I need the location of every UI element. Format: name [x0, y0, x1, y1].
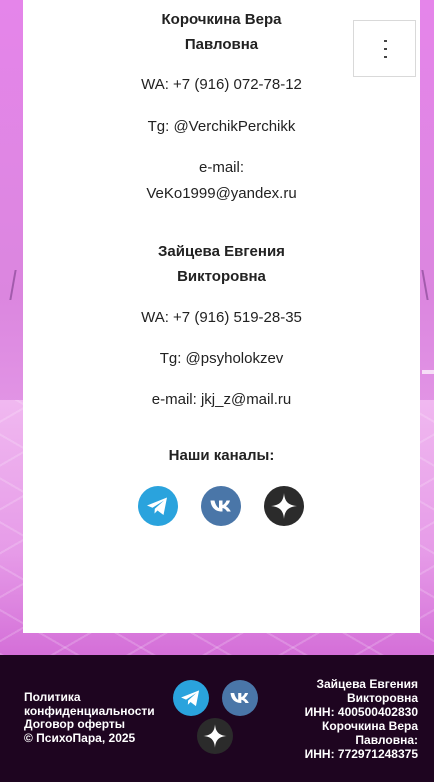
- legal-line: Павловна:: [355, 733, 418, 747]
- email-link[interactable]: VeKo1999@yandex.ru: [23, 181, 420, 207]
- email-label: e-mail:: [198, 159, 244, 176]
- dzen-icon[interactable]: [264, 486, 304, 526]
- contact-name: Павловна: [184, 36, 259, 53]
- telegram-icon[interactable]: [138, 486, 178, 526]
- footer-vk-icon[interactable]: [222, 680, 258, 716]
- footer-legal-info: Зайцева Евгения Викторовна ИНН: 40050040…: [268, 677, 418, 761]
- email-link[interactable]: e-mail: jkj_z@mail.ru: [23, 387, 420, 413]
- footer-telegram-icon[interactable]: [173, 680, 209, 716]
- legal-line: Викторовна: [346, 691, 418, 705]
- background-rail: [422, 370, 434, 374]
- telegram-link[interactable]: Tg: @VerchikPerchikk: [23, 114, 420, 140]
- legal-line: ИНН: 400500402830: [304, 705, 418, 719]
- contact-name: Викторовна: [177, 268, 266, 285]
- whatsapp-link[interactable]: WA: +7 (916) 519-28-35: [23, 305, 420, 331]
- copyright: © ПсихоПара, 2025: [24, 730, 136, 745]
- telegram-link[interactable]: Tg: @psyholokzev: [23, 346, 420, 372]
- footer: Политика конфиденциальности Договор офер…: [0, 655, 434, 782]
- contact-name: Зайцева Евгения: [158, 243, 285, 260]
- footer-dzen-icon[interactable]: [197, 718, 233, 754]
- vk-icon[interactable]: [201, 486, 241, 526]
- contact-name: Корочкина Вера: [161, 11, 282, 28]
- contacts-card: Корочкина Вера Павловна WA: +7 (916) 072…: [23, 0, 420, 633]
- legal-line: ИНН: 772971248375: [304, 747, 418, 761]
- contact-zaitseva: Зайцева Евгения Викторовна: [23, 239, 420, 289]
- offer-agreement-link[interactable]: Договор оферты: [24, 717, 155, 732]
- privacy-policy-link[interactable]: конфиденциальности: [24, 704, 155, 719]
- channels-title: Наши каналы:: [168, 447, 275, 464]
- footer-links: Политика конфиденциальности Договор офер…: [24, 690, 155, 745]
- legal-line: Корочкина Вера: [322, 719, 418, 733]
- whatsapp-link[interactable]: WA: +7 (916) 072-78-12: [23, 72, 420, 98]
- legal-line: Зайцева Евгения: [316, 677, 418, 691]
- contact-korochkina: Корочкина Вера Павловна: [23, 7, 420, 57]
- privacy-policy-link[interactable]: Политика: [24, 690, 155, 705]
